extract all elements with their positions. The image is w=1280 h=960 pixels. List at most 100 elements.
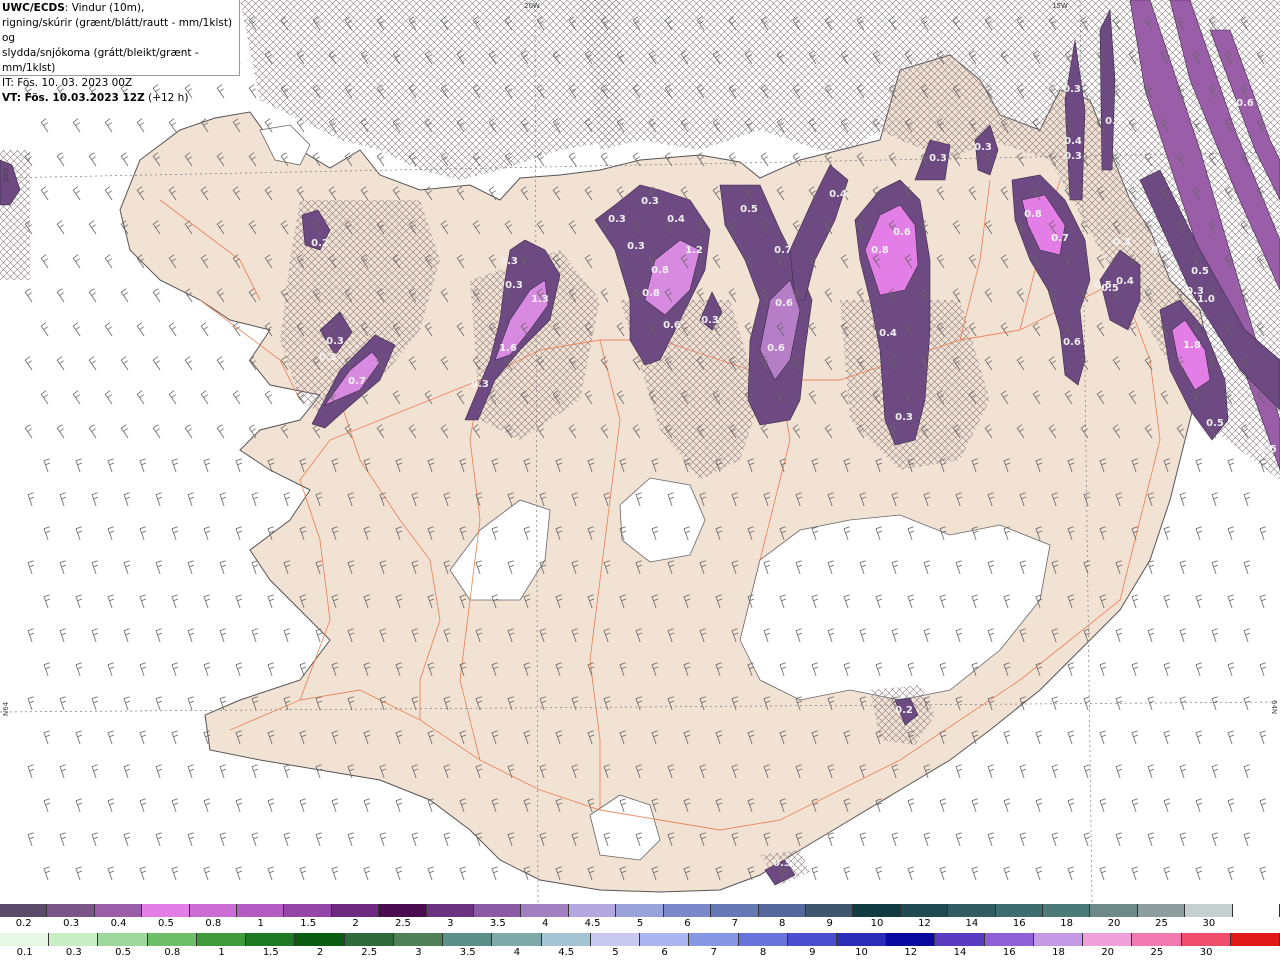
snow-color-scale [0, 904, 1280, 917]
scale-tick-label: 30 [1199, 947, 1213, 958]
rain-scale-labels: 0.1 0.3 0.5 0.8 1 1.5 2 2.5 3 3.5 4 4.5 5 6 7 8 9 10 12 14 1… [0, 947, 1280, 960]
scale-tick-label: 14 [965, 918, 979, 929]
scale-tick-label: 0.8 [205, 918, 222, 929]
precip-amount-label: 0.3 [505, 280, 523, 291]
scale-swatch [521, 904, 569, 917]
precip-amount-label: 0.4 [667, 214, 685, 225]
scale-swatch [474, 904, 522, 917]
precip-amount-label: 0.5 [1259, 444, 1277, 455]
scale-swatch [590, 933, 641, 946]
scale-tick-label: 8 [759, 947, 767, 958]
scale-tick-label: 0.5 [115, 947, 132, 958]
scale-swatch [331, 904, 380, 917]
scale-swatch [805, 904, 854, 917]
grid-label-lat-left-top: N65 [2, 168, 10, 182]
weather-map: 0.2 0.3 0.3 0.7 0.3 0.3 1.3 1.6 0.3 0.3 0.3 0.3 0.4 1… [0, 0, 1280, 904]
scale-swatch [787, 933, 837, 946]
scale-swatch [1137, 904, 1186, 917]
scale-tick-label: 20 [1101, 947, 1115, 958]
precip-amount-label: 1.2 [685, 245, 703, 256]
scale-swatch [886, 933, 936, 946]
scale-swatch [426, 904, 475, 917]
scale-swatch [98, 933, 148, 946]
info-line1: : Vindur (10m), [64, 2, 145, 14]
scale-tick-label: 7 [710, 947, 718, 958]
scale-tick-label: 9 [826, 918, 833, 929]
scale-tick-label: 25 [1150, 947, 1164, 958]
precip-amount-label: 0.3 [500, 256, 518, 267]
scale-tick-label: 0.2 [15, 918, 32, 929]
precip-amount-label: 0.2 [895, 705, 913, 716]
precip-amount-label: 0.5 [1101, 283, 1119, 294]
precip-amount-label: 0.3 [471, 379, 489, 390]
precip-amount-label: 0.6 [1236, 98, 1254, 109]
scale-swatch [49, 933, 99, 946]
scale-swatch [995, 904, 1043, 917]
scale-swatch [1083, 933, 1133, 946]
scale-tick-label: 3.5 [489, 918, 506, 929]
scale-tick-label: 2.5 [361, 947, 378, 958]
scale-swatch [379, 904, 427, 917]
scale-tick-label: 6 [684, 918, 691, 929]
scale-swatch [1033, 933, 1084, 946]
scale-swatch [640, 933, 690, 946]
scale-tick-label: 0.5 [157, 918, 174, 929]
scale-tick-label: 9 [809, 947, 816, 958]
precip-amount-label: 0.3 [929, 153, 947, 164]
precip-amount-label: 0.7 [774, 245, 792, 256]
scale-tick-label: 1.5 [262, 947, 279, 958]
scale-swatch [237, 904, 285, 917]
precip-amount-label: 1.8 [1183, 340, 1201, 351]
scale-swatch [689, 933, 739, 946]
scale-tick-label: 0.3 [63, 918, 80, 929]
scale-swatch [616, 904, 664, 917]
scale-tick-label: 18 [1052, 947, 1065, 958]
issue-time: IT: Fös. 10. 03. 2023 00Z [2, 77, 133, 89]
scale-tick-label: 14 [953, 947, 967, 958]
precip-amount-label: 0.3 [1113, 237, 1131, 248]
precip-amount-label: 0.3 [974, 142, 992, 153]
precip-amount-label: 0.5 [740, 204, 758, 215]
scale-swatch [94, 904, 143, 917]
scale-tick-label: 5 [636, 918, 644, 929]
scale-tick-label: 1 [218, 947, 225, 958]
scale-swatch [541, 933, 591, 946]
scale-swatch [147, 933, 197, 946]
precip-amount-label: 0.5 [1206, 418, 1224, 429]
scale-swatch [189, 904, 238, 917]
precip-amount-label: 0.3 [1064, 151, 1082, 162]
grid-label-lat-right-bottom: 64N [1270, 700, 1278, 714]
precip-amount-label: 1.3 [531, 294, 549, 305]
scale-tick-label: 30 [1202, 918, 1216, 929]
scale-swatch [443, 933, 493, 946]
precip-amount-label: 0.4 [829, 189, 847, 200]
snow-scale-labels: 0.2 0.3 0.4 0.5 0.8 1 1.5 2 2.5 3 3.5 4 4.5 5 6 7 8 9 10 12… [0, 918, 1280, 931]
scale-swatch [1090, 904, 1138, 917]
scale-swatch [1230, 933, 1280, 946]
scale-tick-label: 0.8 [164, 947, 181, 958]
grid-label-15w: 15W [1052, 2, 1068, 10]
precip-amount-label: 0.3 [895, 412, 913, 423]
precip-amount-label: 0.6 [893, 227, 911, 238]
precip-amount-label: 0.3 [641, 196, 659, 207]
precip-amount-label: 0.5 [1191, 266, 1209, 277]
scale-swatch [393, 933, 444, 946]
scale-tick-label: 8 [779, 918, 786, 929]
info-line3: slydda/snjókoma (grátt/bleikt/grænt - mm… [2, 47, 199, 74]
scale-tick-label: 0.3 [65, 947, 82, 958]
scale-swatch [284, 904, 332, 917]
precip-amount-label: 0.8 [871, 245, 889, 256]
scale-swatch [1132, 933, 1182, 946]
scale-tick-label: 5 [612, 947, 619, 958]
scale-swatch [492, 933, 542, 946]
scale-swatch [900, 904, 949, 917]
color-scales: 0.2 0.3 0.4 0.5 0.8 1 1.5 2 2.5 3 3.5 4 4.5 5 6 7 8 9 10 12… [0, 904, 1280, 960]
scale-tick-label: 1 [257, 918, 264, 929]
scale-swatch [344, 933, 394, 946]
scale-tick-label: 4.5 [584, 918, 601, 929]
scale-swatch [758, 904, 806, 917]
scale-tick-label: 20 [1107, 918, 1121, 929]
scale-swatch [711, 904, 759, 917]
scale-swatch [246, 933, 296, 946]
precip-amount-label: 0.3 [1063, 84, 1081, 95]
